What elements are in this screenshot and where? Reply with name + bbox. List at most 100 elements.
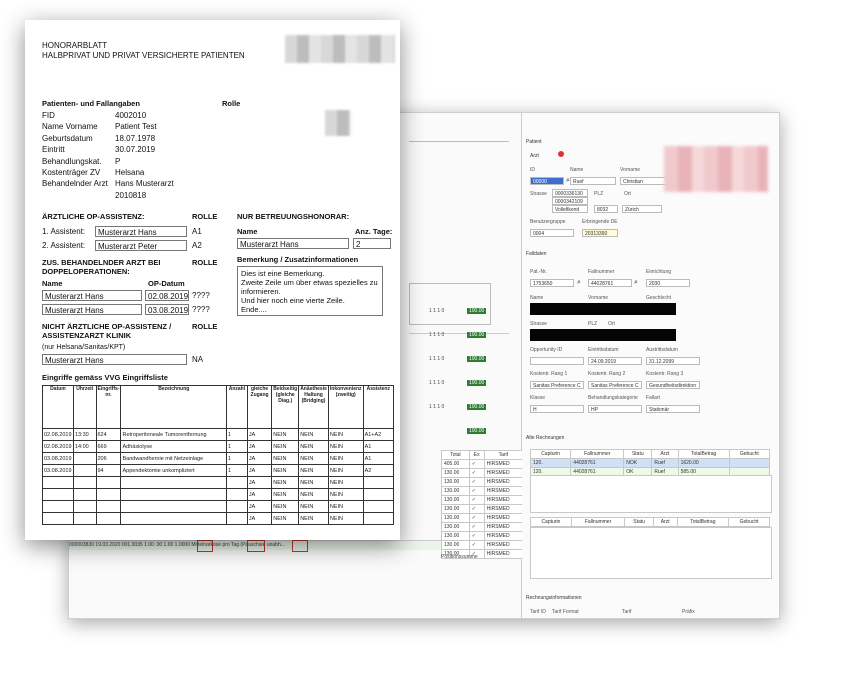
- table-cell: NEIN: [327, 500, 364, 513]
- column-header[interactable]: Fallnummer: [570, 517, 626, 527]
- table-cell: 130.00: [441, 468, 470, 478]
- document-title: HONORARBLATT: [42, 41, 108, 50]
- column-header: Anästhesie Haltung (Bridging): [298, 385, 329, 429]
- assistent-2-field[interactable]: Musterarzt Peter: [95, 240, 187, 251]
- ort-field[interactable]: Zürich: [622, 205, 662, 213]
- table-row[interactable]: 130.00 ✓ HIRSMED: [441, 477, 524, 487]
- field-value: Hans Musterarzt: [115, 179, 174, 189]
- kostentr2-field[interactable]: Sanitas Preference C: [588, 381, 642, 389]
- table-row[interactable]: 130.00 ✓ HIRSMED: [441, 513, 524, 523]
- column-header[interactable]: Statu: [624, 517, 654, 527]
- column-header[interactable]: Gebucht: [728, 517, 770, 527]
- column-header[interactable]: TotalBetrag: [676, 517, 730, 527]
- betreuung-tage-field[interactable]: 2: [353, 238, 391, 249]
- zus-name-field[interactable]: Musterarzt Hans: [42, 290, 142, 301]
- austritt-label: Austrittsdatum: [646, 347, 678, 353]
- kostentr3-field[interactable]: Gesundheitsdirektion: [646, 381, 700, 389]
- table-row: 02.08.2019 13:30 624 Retroperitoneale Tumor…: [42, 428, 395, 441]
- table-row[interactable]: 130.00 ✓ HIRSMED: [441, 531, 524, 541]
- id-field[interactable]: 00000: [530, 177, 564, 185]
- green-value: 100.00: [467, 356, 487, 362]
- green-value: 100.00: [467, 428, 487, 434]
- search-icon[interactable]: ⌕: [577, 279, 581, 287]
- table-row[interactable]: 130.00 ✓ HIRSMED: [441, 504, 524, 514]
- eintritt-field[interactable]: 24.09.2019: [588, 357, 642, 365]
- alte-rechnungen-table[interactable]: Capturin Fallnummer Statu Arzt TotalBetrag Ge…: [529, 449, 771, 477]
- column-header[interactable]: Arzt: [651, 449, 679, 459]
- table-cell: NEIN: [271, 512, 300, 525]
- table-row[interactable]: 405.00 ✓ HIRSMED: [441, 459, 524, 469]
- zus-name-field[interactable]: Musterarzt Hans: [42, 304, 142, 315]
- opp-field[interactable]: [530, 357, 584, 365]
- table-cell: NEIN: [271, 428, 300, 441]
- table-cell: NEIN: [327, 452, 364, 465]
- klasse-field[interactable]: H: [530, 405, 584, 413]
- table-row[interactable]: 130.00 ✓ HIRSMED: [441, 468, 524, 478]
- position-table[interactable]: Total Ex Tarif 405.00 ✓ HIRSMED 130.00 ✓ HIRS…: [441, 450, 524, 559]
- table-cell: 03.08.2019: [42, 464, 74, 477]
- table-cell: NEIN: [271, 440, 300, 453]
- column-header[interactable]: Capturin: [529, 449, 572, 459]
- table-cell: NEIN: [271, 488, 300, 501]
- benutzergruppe-field[interactable]: 0004: [530, 229, 574, 237]
- behandlungskat-field[interactable]: HP: [588, 405, 642, 413]
- opp-label: Opportunity ID: [530, 347, 563, 353]
- table-row[interactable]: 130.00 ✓ HIRSMED: [441, 540, 524, 550]
- name-field[interactable]: Ruef: [570, 177, 616, 185]
- zus-date-field[interactable]: 03.08.2019: [145, 304, 189, 315]
- table-cell: ✓: [468, 459, 485, 469]
- table-cell: [728, 458, 771, 468]
- table-row[interactable]: 130.00 ✓ HIRSMED: [441, 495, 524, 505]
- betreuung-name-field[interactable]: Musterarzt Hans: [237, 238, 349, 249]
- table-row[interactable]: 130.00 ✓ HIRSMED: [441, 522, 524, 532]
- bemerkung-title: Bemerkung / Zusatzinformationen: [237, 255, 359, 264]
- field-label: Behandlungskat.: [42, 156, 102, 166]
- kostentr1-field[interactable]: Sanitas Preference C: [530, 381, 584, 389]
- zus-date-field[interactable]: 02.08.2019: [145, 290, 189, 301]
- klasse-label: Klasse: [530, 395, 546, 401]
- field-label: FID: [42, 111, 55, 120]
- patient-section-title: Patienten- und Fallangaben: [42, 99, 140, 108]
- search-icon[interactable]: ⌕: [634, 279, 638, 287]
- column-header[interactable]: Fallnummer: [570, 449, 625, 459]
- column-header[interactable]: Tarif: [483, 450, 524, 460]
- table-row: JA NEIN NEIN NEIN: [42, 488, 395, 501]
- strasse-field-2[interactable]: 0000342109: [552, 197, 588, 205]
- strasse-text[interactable]: Vollefikend: [552, 205, 588, 213]
- table-cell: 02.08.2019: [42, 428, 74, 441]
- rechnungen-table-2[interactable]: Capturin Fallnummer Statu Arzt TotalBetrag Ge…: [530, 517, 770, 527]
- assistent-1-field[interactable]: Musterarzt Hans: [95, 226, 187, 237]
- table-cell: 44028761: [570, 458, 625, 468]
- column-header[interactable]: Gebucht: [728, 449, 771, 459]
- column-header[interactable]: Arzt: [652, 517, 678, 527]
- fallart-label: Fallart: [646, 395, 660, 401]
- fallart-field[interactable]: Stationär: [646, 405, 700, 413]
- einrichtung-field[interactable]: 2030: [646, 279, 690, 287]
- table-cell: 02.08.2019: [42, 440, 74, 453]
- table-cell: JA: [246, 464, 273, 477]
- nicht-name-field[interactable]: Musterarzt Hans: [42, 354, 187, 365]
- column-header[interactable]: Ex: [468, 450, 485, 460]
- plz-label: PLZ: [594, 191, 604, 197]
- panel-title: Patient: [526, 139, 542, 145]
- patnr-field[interactable]: 1753650: [530, 279, 574, 287]
- fallnummer-field[interactable]: 44028761: [588, 279, 632, 287]
- table-row[interactable]: 120. 44028761 NOK Ruef 1620.00: [529, 458, 771, 468]
- vorname-label: Vorname: [620, 167, 641, 173]
- column-header[interactable]: Total: [441, 450, 470, 460]
- plz-field[interactable]: 8032: [594, 205, 618, 213]
- austritt-field[interactable]: 31.12.2099: [646, 357, 700, 365]
- falldaten-title: Falldaten: [526, 251, 547, 257]
- table-row[interactable]: 130.00 ✓ HIRSMED: [441, 486, 524, 496]
- bemerkung-textarea[interactable]: Dies ist eine Bemerkung. Zweite Zeile um…: [237, 266, 383, 316]
- erbringende-field[interactable]: 20313390: [582, 229, 618, 237]
- column-header[interactable]: Capturin: [530, 517, 572, 527]
- table-cell: 130.00: [441, 504, 470, 514]
- table-cell: [42, 488, 74, 501]
- column-header: Präfix: [682, 609, 695, 615]
- column-header[interactable]: TotalBetrag: [677, 449, 730, 459]
- row-number: 1 1 1 0: [429, 380, 445, 386]
- table-cell: ✓: [468, 522, 485, 532]
- column-header[interactable]: Statu: [623, 449, 653, 459]
- strasse-field[interactable]: 0000336130: [552, 189, 588, 197]
